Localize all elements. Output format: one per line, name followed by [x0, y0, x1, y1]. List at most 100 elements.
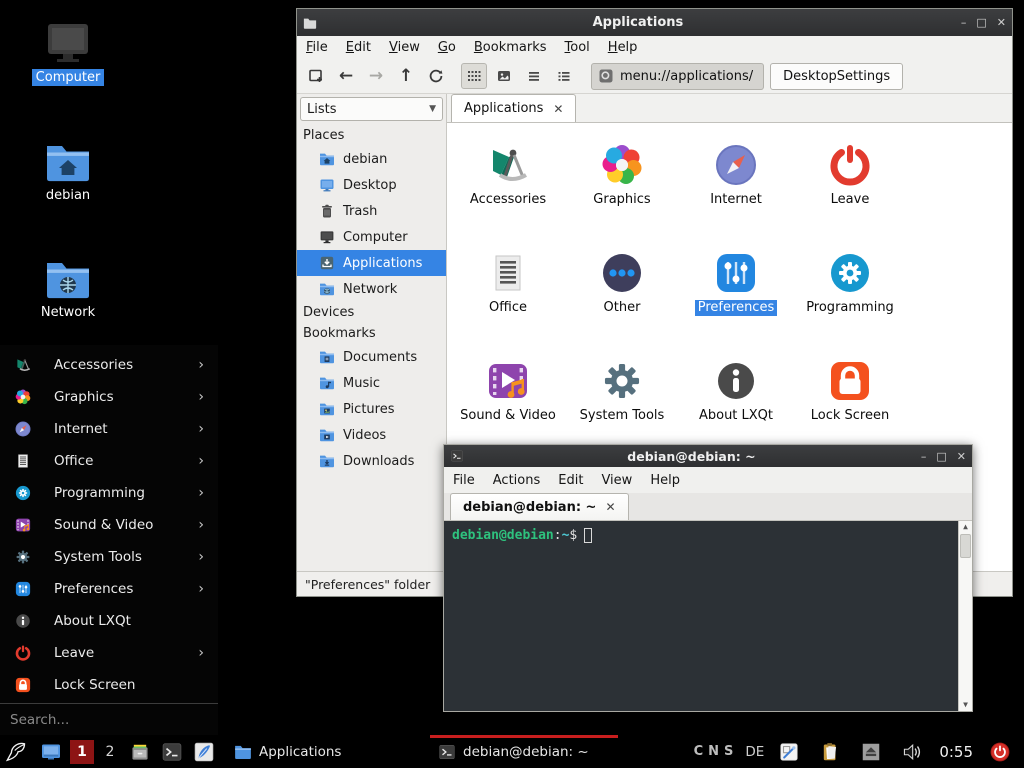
app-about-lxqt[interactable]: About LXQt: [679, 347, 793, 455]
sidebar-item-downloads[interactable]: Downloads: [297, 448, 446, 474]
terminal-tab[interactable]: debian@debian: ~ ✕: [450, 493, 629, 520]
scroll-down-icon[interactable]: ▼: [963, 701, 968, 709]
app-programming[interactable]: Programming: [793, 239, 907, 347]
menu-item-accessories[interactable]: Accessories ›: [0, 349, 218, 381]
app-sound-video[interactable]: Sound & Video: [451, 347, 565, 455]
terminal-scrollbar[interactable]: ▲ ▼: [958, 521, 972, 711]
terminal-titlebar[interactable]: debian@debian: ~ – □ ✕: [444, 445, 972, 467]
terminal-output[interactable]: debian@debian:~$ ▲ ▼: [444, 521, 972, 711]
start-menu-button[interactable]: [0, 735, 34, 768]
compact-view-button[interactable]: [521, 63, 547, 89]
menu-view[interactable]: View: [592, 469, 641, 492]
menu-edit[interactable]: Edit: [337, 36, 380, 59]
tab-applications[interactable]: Applications ✕: [451, 94, 576, 122]
menu-item-about-lxqt[interactable]: About LXQt: [0, 605, 218, 637]
app-graphics[interactable]: Graphics: [565, 131, 679, 239]
menu-item-leave[interactable]: Leave ›: [0, 637, 218, 669]
app-leave[interactable]: Leave: [793, 131, 907, 239]
menu-help[interactable]: Help: [641, 469, 689, 492]
menu-file[interactable]: File: [444, 469, 484, 492]
removable-media-tray-icon[interactable]: [855, 735, 887, 768]
menu-help[interactable]: Help: [599, 36, 647, 59]
keyboard-indicator[interactable]: C N S: [694, 744, 734, 759]
app-preferences[interactable]: Preferences: [679, 239, 793, 347]
menu-item-programming[interactable]: Programming ›: [0, 477, 218, 509]
app-lock-screen[interactable]: Lock Screen: [793, 347, 907, 455]
detailed-view-button[interactable]: [551, 63, 577, 89]
sidebar-item-pictures[interactable]: Pictures: [297, 396, 446, 422]
sidebar-item-applications[interactable]: Applications: [297, 250, 446, 276]
clock[interactable]: 0:55: [939, 743, 973, 761]
clipboard-tray-icon[interactable]: [814, 735, 846, 768]
tab-close-icon[interactable]: ✕: [553, 102, 563, 116]
app-internet[interactable]: Internet: [679, 131, 793, 239]
keyboard-layout[interactable]: DE: [745, 744, 764, 760]
show-desktop-button[interactable]: [34, 735, 68, 768]
app-system-tools[interactable]: System Tools: [565, 347, 679, 455]
power-button[interactable]: [984, 735, 1016, 768]
scrollbar-thumb[interactable]: [960, 534, 971, 558]
sidebar-item-debian[interactable]: debian: [297, 146, 446, 172]
quicklaunch-featherpad[interactable]: [188, 735, 220, 768]
maximize-button[interactable]: □: [936, 451, 946, 462]
thumbnail-view-button[interactable]: [491, 63, 517, 89]
menu-search[interactable]: [0, 703, 218, 735]
sidebar-item-network[interactable]: Network: [297, 276, 446, 302]
screenshot-tray-icon[interactable]: [773, 735, 805, 768]
close-button[interactable]: ✕: [957, 451, 966, 462]
menu-view[interactable]: View: [380, 36, 429, 59]
desktop-icon-network[interactable]: Network: [20, 257, 116, 321]
sidebar-item-documents[interactable]: Documents: [297, 344, 446, 370]
menu-edit[interactable]: Edit: [549, 469, 592, 492]
icon-view-button[interactable]: [461, 63, 487, 89]
sidebar-item-desktop[interactable]: Desktop: [297, 172, 446, 198]
up-button[interactable]: ↑: [393, 63, 419, 89]
menu-item-system-tools[interactable]: System Tools ›: [0, 541, 218, 573]
reload-button[interactable]: [423, 63, 449, 89]
maximize-button[interactable]: □: [976, 17, 986, 28]
quicklaunch-file-manager[interactable]: [124, 735, 156, 768]
search-input[interactable]: [10, 712, 208, 728]
sidebar-item-computer[interactable]: Computer: [297, 224, 446, 250]
caps-lock-indicator[interactable]: C: [694, 744, 704, 759]
workspace-2-button[interactable]: 2: [98, 740, 122, 764]
menu-bookmarks[interactable]: Bookmarks: [465, 36, 556, 59]
menu-item-internet[interactable]: Internet ›: [0, 413, 218, 445]
tab-close-icon[interactable]: ✕: [605, 500, 615, 514]
num-lock-indicator[interactable]: N: [708, 744, 719, 759]
fm-titlebar[interactable]: Applications – □ ✕: [297, 9, 1012, 36]
address-bar[interactable]: menu://applications/: [591, 63, 764, 90]
sidebar-mode-selector[interactable]: Lists ▼: [300, 97, 443, 121]
desktop-icon-computer[interactable]: Computer: [20, 22, 116, 86]
app-accessories[interactable]: Accessories: [451, 131, 565, 239]
sidebar-item-music[interactable]: Music: [297, 370, 446, 396]
menu-go[interactable]: Go: [429, 36, 465, 59]
menu-item-lock-screen[interactable]: Lock Screen: [0, 669, 218, 701]
volume-tray-icon[interactable]: [896, 735, 928, 768]
task-button-applications[interactable]: Applications: [226, 735, 426, 768]
sidebar-item-videos[interactable]: Videos: [297, 422, 446, 448]
sidebar-item-trash[interactable]: Trash: [297, 198, 446, 224]
forward-button[interactable]: →: [363, 63, 389, 89]
minimize-button[interactable]: –: [921, 451, 927, 462]
menu-file[interactable]: File: [297, 36, 337, 59]
workspace-1-button[interactable]: 1: [70, 740, 94, 764]
back-button[interactable]: ←: [333, 63, 359, 89]
app-office[interactable]: Office: [451, 239, 565, 347]
minimize-button[interactable]: –: [961, 17, 967, 28]
desktop-icon-debian[interactable]: debian: [20, 140, 116, 204]
scroll-lock-indicator[interactable]: S: [724, 744, 733, 759]
desktop-settings-button[interactable]: DesktopSettings: [770, 63, 903, 90]
new-tab-button[interactable]: [303, 63, 329, 89]
menu-item-office[interactable]: Office ›: [0, 445, 218, 477]
menu-item-graphics[interactable]: Graphics ›: [0, 381, 218, 413]
app-other[interactable]: Other: [565, 239, 679, 347]
close-button[interactable]: ✕: [997, 17, 1006, 28]
quicklaunch-terminal[interactable]: [156, 735, 188, 768]
task-button-terminal[interactable]: debian@debian: ~: [430, 735, 618, 768]
menu-item-preferences[interactable]: Preferences ›: [0, 573, 218, 605]
menu-item-sound-video[interactable]: Sound & Video ›: [0, 509, 218, 541]
scroll-up-icon[interactable]: ▲: [963, 523, 968, 531]
menu-actions[interactable]: Actions: [484, 469, 550, 492]
menu-tool[interactable]: Tool: [556, 36, 599, 59]
